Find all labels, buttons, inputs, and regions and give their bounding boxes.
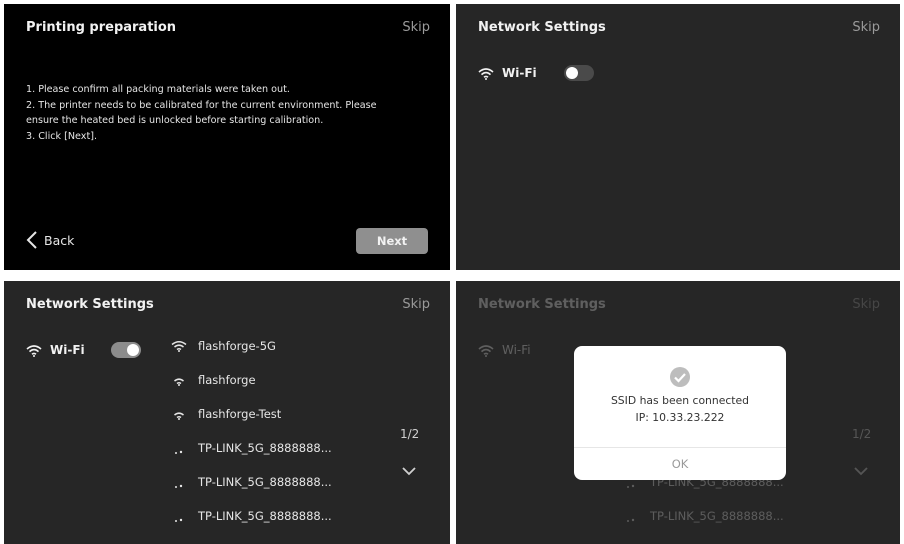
network-name: flashforge-Test: [198, 407, 282, 421]
wifi-toggle[interactable]: [564, 65, 594, 81]
network-name: flashforge: [198, 373, 256, 387]
page-indicator: 1/2: [852, 427, 872, 441]
wifi-row: Wi-Fi: [478, 66, 537, 80]
network-item[interactable]: flashforge-Test: [170, 407, 281, 421]
dialog-message: SSID has been connected: [610, 394, 750, 407]
instruction-line: 2. The printer needs to be calibrated fo…: [26, 99, 377, 111]
skip-button[interactable]: Skip: [402, 20, 430, 35]
back-button[interactable]: Back: [26, 231, 74, 249]
wifi-label: Wi-Fi: [50, 343, 85, 357]
chevron-down-icon: [854, 467, 868, 476]
network-connected-panel: Network Settings Skip Wi-Fi 1/2 TP-LINK_…: [456, 281, 900, 544]
chevron-down-icon[interactable]: [402, 467, 416, 476]
wifi-medium-icon: [174, 412, 184, 420]
next-button[interactable]: Next: [356, 228, 428, 254]
wifi-row: Wi-Fi: [26, 343, 85, 357]
check-circle-icon: [670, 367, 690, 387]
skip-button[interactable]: Skip: [852, 20, 880, 35]
wifi-icon: [478, 344, 494, 357]
back-label: Back: [44, 232, 75, 248]
network-name: TP-LINK_5G_8888888...: [198, 441, 332, 455]
instruction-line: 3. Click [Next].: [26, 130, 97, 142]
wifi-strong-icon: [171, 341, 187, 352]
network-item[interactable]: TP-LINK_5G_8888888...: [170, 441, 332, 455]
skip-button[interactable]: Skip: [402, 297, 430, 312]
network-item[interactable]: flashforge: [170, 373, 256, 387]
network-settings-panel-off: Network Settings Skip Wi-Fi: [456, 4, 900, 270]
wifi-weak-icon: [175, 518, 183, 522]
wifi-weak-icon: [175, 484, 183, 488]
page-title: Printing preparation: [26, 20, 177, 35]
network-name: TP-LINK_5G_8888888...: [198, 509, 332, 523]
page-title: Network Settings: [478, 297, 606, 312]
skip-button: Skip: [852, 297, 880, 312]
printing-preparation-panel: Printing preparation Skip 1. Please conf…: [4, 4, 450, 270]
wifi-weak-icon: [627, 518, 635, 522]
wifi-weak-icon: [175, 450, 183, 454]
instruction-line: 1. Please confirm all packing materials …: [26, 84, 290, 95]
toggle-knob: [566, 67, 578, 79]
instruction-line: ensure the heated bed is unlocked before…: [26, 115, 324, 126]
chevron-left-icon: [26, 231, 37, 249]
wifi-label: Wi-Fi: [502, 343, 531, 357]
wifi-row: Wi-Fi: [478, 343, 531, 357]
wifi-toggle[interactable]: [111, 342, 141, 358]
connected-dialog: SSID has been connected IP: 10.33.23.222…: [574, 346, 786, 480]
network-item[interactable]: TP-LINK_5G_8888888...: [170, 509, 332, 523]
network-settings-panel-on: Network Settings Skip Wi-Fi flashforge-5…: [4, 281, 450, 544]
page-title: Network Settings: [478, 20, 606, 35]
toggle-knob: [127, 344, 139, 356]
network-name: TP-LINK_5G_8888888...: [650, 509, 784, 523]
ok-button[interactable]: OK: [574, 448, 786, 480]
wifi-icon: [478, 67, 494, 80]
network-name: TP-LINK_5G_8888888...: [198, 475, 332, 489]
page-title: Network Settings: [26, 297, 154, 312]
network-name: flashforge-5G: [198, 339, 276, 353]
wifi-icon: [26, 344, 42, 357]
dialog-ip: IP: 10.33.23.222: [635, 411, 725, 424]
network-item[interactable]: flashforge-5G: [170, 339, 276, 353]
network-item: TP-LINK_5G_8888888...: [622, 509, 784, 523]
page-indicator: 1/2: [400, 427, 420, 441]
network-item[interactable]: TP-LINK_5G_8888888...: [170, 475, 332, 489]
instructions: 1. Please confirm all packing materials …: [26, 82, 426, 144]
wifi-medium-icon: [174, 378, 184, 386]
wifi-label: Wi-Fi: [502, 66, 537, 80]
